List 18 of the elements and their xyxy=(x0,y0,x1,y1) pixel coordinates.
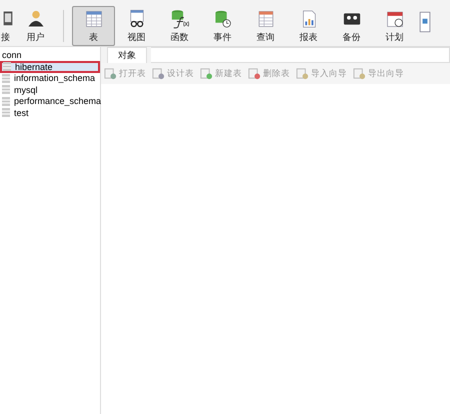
toolbar-button[interactable]: 用户 xyxy=(14,6,57,46)
toolbar-button[interactable]: 查询 xyxy=(244,6,287,46)
database-item[interactable]: test xyxy=(0,107,100,118)
toolbar-button[interactable]: 视图 xyxy=(115,6,158,46)
object-tab[interactable]: 对象 xyxy=(107,47,147,63)
toolbar-button[interactable]: 接 xyxy=(0,6,14,46)
database-item[interactable]: mysql xyxy=(0,84,100,96)
database-item[interactable]: information_schema xyxy=(0,72,100,84)
toolbar-button[interactable]: 表 xyxy=(72,6,115,46)
toolbar-button[interactable]: 事件 xyxy=(201,6,244,46)
toolbar-button[interactable]: 报表 xyxy=(287,6,330,46)
toolbar-button[interactable]: 备份 xyxy=(330,6,373,46)
database-item[interactable]: performance_schema xyxy=(0,96,100,107)
connection-name[interactable]: conn xyxy=(0,49,100,61)
toolbar-button[interactable]: 计划 xyxy=(373,6,416,46)
database-item[interactable]: hibernate xyxy=(0,61,100,72)
toolbar-button[interactable]: 函数 xyxy=(158,6,201,46)
database-icon xyxy=(3,62,11,72)
